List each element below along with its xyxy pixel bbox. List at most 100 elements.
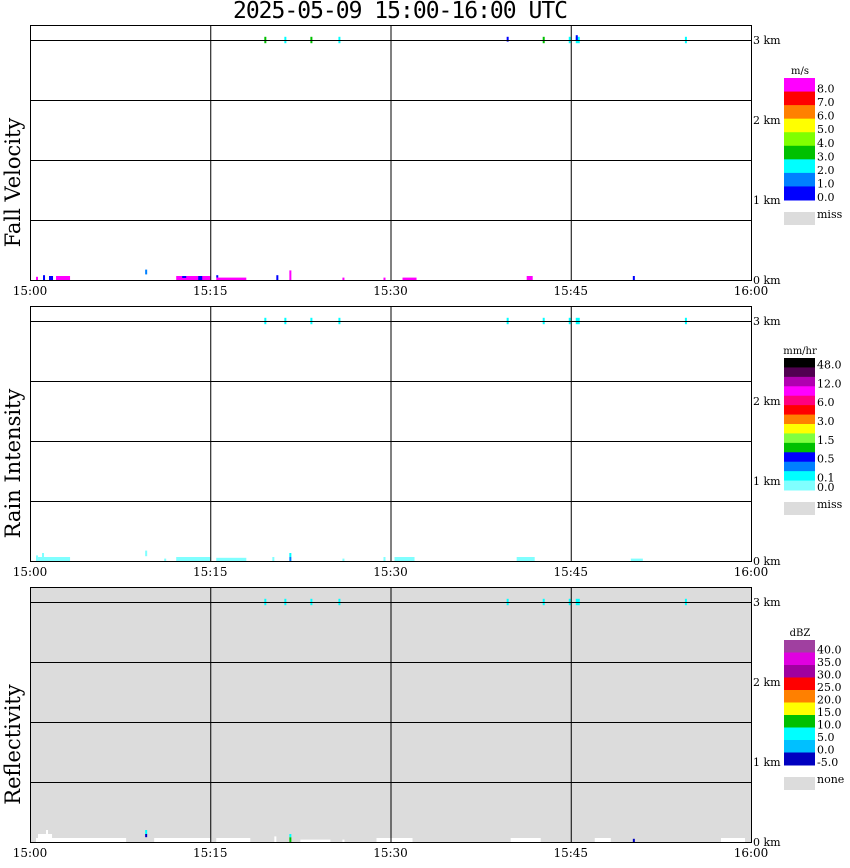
data-cell [289, 837, 292, 842]
data-cell [56, 276, 71, 280]
legend-swatch [784, 414, 815, 425]
panel-fall-velocity: 15:00 15:15 15:30 15:45 16:000 km1 km2 km3 k… [1, 25, 843, 298]
legend-label: 2.0 [817, 164, 835, 177]
legend-swatch [784, 677, 815, 691]
legend-swatch [784, 105, 815, 120]
y-tick-label: 2 km [753, 114, 781, 127]
data-cell [632, 276, 635, 280]
data-cell [145, 550, 148, 557]
x-tick-label: 15:15 [193, 284, 228, 298]
legend-label: 3.0 [817, 415, 835, 428]
legend-swatch [784, 740, 815, 753]
data-cell [402, 277, 417, 280]
y-tick-label: 2 km [753, 395, 781, 408]
legend-label: 8.0 [817, 83, 835, 96]
x-tick-label: 15:45 [553, 565, 588, 579]
legend-swatch [784, 690, 815, 703]
x-tick-label: 15:30 [373, 565, 408, 579]
data-cell [154, 838, 211, 842]
x-tick-label: 15:00 [13, 846, 48, 860]
color-legend: m/s 8.07.06.05.04.03.02.01.00.0 miss [784, 66, 843, 225]
legend-label: 15.0 [817, 706, 842, 719]
data-cell [720, 838, 745, 842]
panel-title: Reflectivity [1, 684, 25, 805]
legend-label: 0.0 [817, 744, 835, 757]
legend-swatch [784, 367, 815, 378]
legend-swatch [784, 78, 815, 93]
legend-swatch [784, 433, 815, 444]
y-tick-label: 1 km [753, 756, 781, 769]
x-tick-label: 15:15 [193, 846, 228, 860]
data-cell [46, 830, 49, 834]
x-tick-label: 15:45 [553, 846, 588, 860]
data-cell [526, 276, 533, 280]
data-cell [216, 275, 219, 278]
data-cell [276, 275, 279, 280]
legend-swatch [784, 640, 815, 653]
data-cell [182, 276, 187, 278]
y-tick-label: 0 km [753, 555, 781, 568]
data-cell [394, 557, 415, 561]
data-cell [594, 838, 611, 842]
legend-label: 5.0 [817, 123, 835, 136]
legend-swatch [784, 159, 815, 174]
data-cell [145, 830, 148, 834]
data-cell [274, 836, 277, 842]
legend-swatch [784, 172, 815, 187]
legend-swatch [784, 665, 815, 678]
data-cell [38, 557, 71, 561]
legend-swatch [784, 376, 815, 387]
legend-unit: m/s [791, 66, 809, 77]
data-cell [198, 276, 203, 280]
legend-swatch [784, 727, 815, 741]
data-cell [216, 557, 247, 561]
legend-label: 3.0 [817, 150, 835, 163]
data-cell [145, 269, 148, 275]
y-tick-label: 3 km [753, 596, 781, 609]
legend-label: 30.0 [817, 669, 842, 682]
legend-label: 0.0 [817, 481, 835, 494]
data-cell [383, 557, 386, 561]
data-cell [164, 558, 167, 561]
legend-swatch [784, 452, 815, 463]
legend-label: 0.5 [817, 453, 835, 466]
x-tick-label: 15:30 [373, 846, 408, 860]
data-cell [216, 838, 251, 842]
legend-unit: dBZ [790, 628, 811, 639]
data-cell [43, 275, 46, 280]
data-cell [49, 276, 54, 280]
data-cell [376, 838, 413, 842]
data-cell [632, 838, 635, 842]
data-cell [300, 839, 331, 842]
panel-title: Rain Intensity [1, 389, 25, 539]
data-cell [42, 553, 45, 557]
data-cell [289, 834, 292, 838]
y-tick-label: 3 km [753, 315, 781, 328]
legend-swatch [784, 395, 815, 406]
data-cell [510, 838, 541, 842]
data-cell [216, 277, 247, 280]
legend-missing-label: miss [817, 498, 843, 511]
data-cell [383, 277, 386, 280]
legend-label: 1.0 [817, 177, 835, 190]
data-cell [342, 277, 345, 280]
legend-label: 25.0 [817, 681, 842, 694]
legend-missing-swatch [784, 502, 815, 515]
panel-rain-intensity: 15:00 15:15 15:30 15:45 16:000 km1 km2 km3 k… [1, 306, 843, 579]
data-cell [289, 553, 292, 557]
data-cell [516, 557, 535, 561]
data-cell [36, 555, 39, 561]
legend-label: 0.0 [817, 191, 835, 204]
data-cell [145, 834, 148, 838]
legend-label: 20.0 [817, 694, 842, 707]
legend-missing-swatch [784, 777, 815, 790]
data-cell [36, 276, 39, 280]
legend-label: 6.0 [817, 110, 835, 123]
legend-swatch [784, 405, 815, 416]
legend-swatch [784, 358, 815, 368]
data-cell [176, 276, 211, 280]
legend-swatch [784, 461, 815, 472]
legend-label: 5.0 [817, 731, 835, 744]
legend-missing-label: none [817, 773, 844, 786]
x-tick-label: 15:00 [13, 284, 48, 298]
